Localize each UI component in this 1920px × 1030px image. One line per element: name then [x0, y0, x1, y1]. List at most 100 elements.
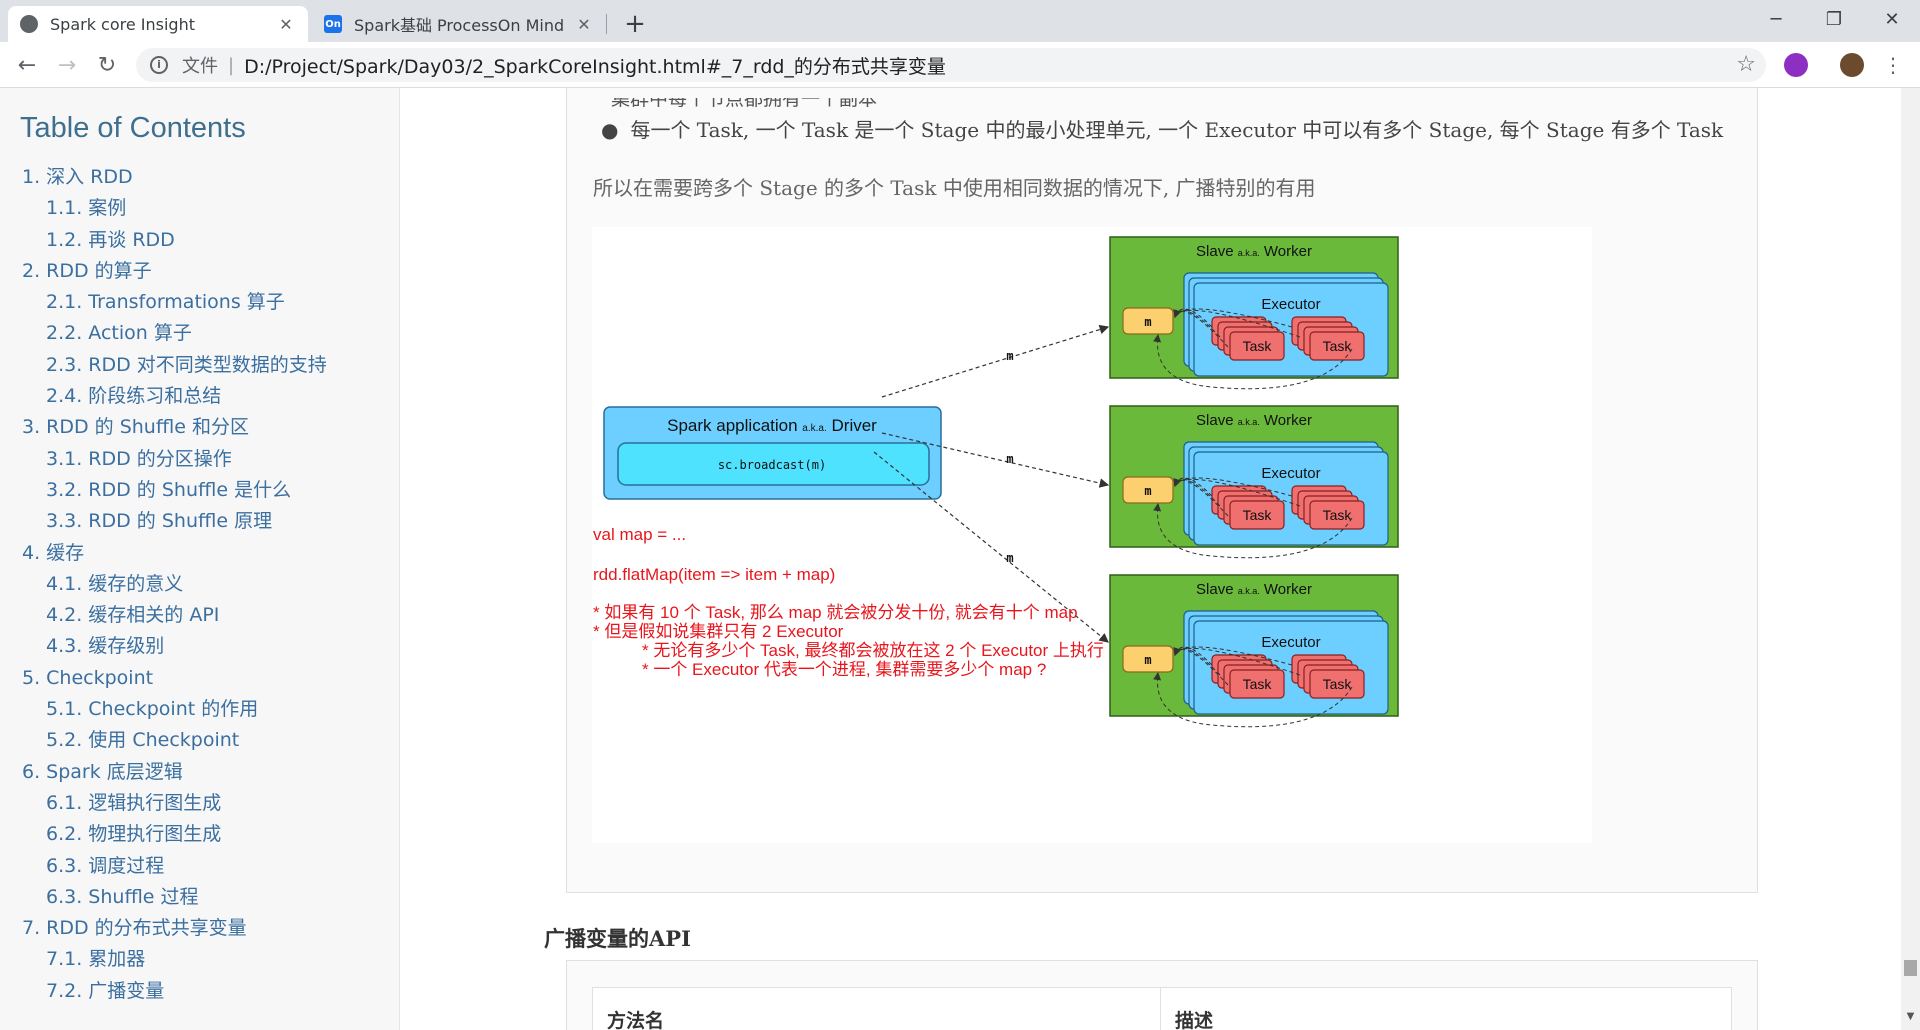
- diagram-svg: Slave a.k.a. WorkerExecutorTask TaskmSlav…: [593, 236, 1399, 728]
- toc-link[interactable]: 5.1. Checkpoint 的作用: [0, 694, 399, 725]
- toc-link[interactable]: 2.4. 阶段练习和总结: [0, 381, 399, 412]
- tab-separator: [606, 14, 607, 34]
- toc-link[interactable]: 1.1. 案例: [0, 193, 399, 224]
- extension-icon[interactable]: [1784, 53, 1808, 77]
- url-text[interactable]: D:/Project/Spark/Day03/2_SparkCoreInsigh…: [244, 52, 946, 79]
- task-label: Task: [1243, 507, 1273, 523]
- arrow-label: m: [1006, 551, 1013, 565]
- scroll-thumb[interactable]: [1904, 960, 1917, 976]
- toc-link[interactable]: 7. RDD 的分布式共享变量: [0, 913, 399, 944]
- executor-label: Executor: [1261, 296, 1320, 313]
- broadcast-var-label: m: [1144, 653, 1151, 667]
- forward-button[interactable]: →: [52, 50, 82, 80]
- task-label: Task: [1243, 676, 1273, 692]
- toc-link[interactable]: 1. 深入 RDD: [0, 162, 399, 193]
- worker-node: Slave a.k.a. WorkerExecutorTask Taskm: [1109, 405, 1399, 559]
- close-tab-icon[interactable]: ✕: [574, 14, 594, 34]
- toc-link[interactable]: 4. 缓存: [0, 538, 399, 569]
- task-label: Task: [1323, 507, 1353, 523]
- toc-link[interactable]: 3.1. RDD 的分区操作: [0, 444, 399, 475]
- task-label: Task: [1323, 338, 1353, 354]
- diagram-note: rdd.flatMap(item => item + map): [593, 565, 835, 584]
- tab-spark-core-insight[interactable]: Spark core Insight ✕: [8, 6, 308, 42]
- executor-label: Executor: [1261, 634, 1320, 651]
- worker-node: Slave a.k.a. WorkerExecutorTask Taskm: [1109, 574, 1399, 728]
- toc-link[interactable]: 4.2. 缓存相关的 API: [0, 600, 399, 631]
- main-content: 集群中每个节点都拥有一个副本 ● 每一个 Task, 一个 Task 是一个 St…: [401, 88, 1901, 1030]
- browser-toolbar: ← → ↻ i 文件 | D:/Project/Spark/Day03/2_Sp…: [0, 42, 1920, 88]
- driver-box: Spark application a.k.a. Driver sc.broad…: [603, 406, 942, 500]
- broadcast-var-label: m: [1144, 484, 1151, 498]
- url-separator: |: [228, 54, 235, 76]
- profile-avatar[interactable]: [1840, 53, 1864, 77]
- restore-button[interactable]: ❐: [1806, 0, 1862, 38]
- toc-link[interactable]: 6.2. 物理执行图生成: [0, 819, 399, 850]
- tab-title: Spark基础 ProcessOn Mind: [354, 16, 565, 35]
- toc-link[interactable]: 6.3. Shuffle 过程: [0, 882, 399, 913]
- diagram-note: * 无论有多少个 Task, 最终都会被放在这 2 个 Executor 上执行: [642, 641, 1104, 660]
- address-bar[interactable]: i 文件 | D:/Project/Spark/Day03/2_SparkCor…: [136, 48, 1766, 82]
- new-tab-button[interactable]: +: [620, 9, 650, 39]
- bullet-text: 每一个 Task, 一个 Task 是一个 Stage 中的最小处理单元, 一个…: [630, 118, 1724, 142]
- driver-code: sc.broadcast(m): [718, 458, 826, 472]
- toc-link[interactable]: 5.2. 使用 Checkpoint: [0, 725, 399, 756]
- toc-link[interactable]: 6.1. 逻辑执行图生成: [0, 788, 399, 819]
- broadcast-arrow: [881, 324, 1110, 398]
- toc-link[interactable]: 7.2. 广播变量: [0, 976, 399, 1007]
- processon-icon: On: [324, 15, 342, 33]
- toc-link[interactable]: 5. Checkpoint: [0, 663, 399, 694]
- diagram-notes: val map = ... rdd.flatMap(item => item + …: [593, 525, 1104, 679]
- driver-title: Spark application a.k.a. Driver: [667, 416, 877, 435]
- toc-link[interactable]: 6.3. 调度过程: [0, 851, 399, 882]
- worker-node: Slave a.k.a. WorkerExecutorTask Taskm: [1109, 236, 1399, 390]
- toc-title: Table of Contents: [20, 112, 246, 144]
- scroll-down-arrow[interactable]: ▼: [1901, 1008, 1920, 1026]
- toc-link[interactable]: 7.1. 累加器: [0, 944, 399, 975]
- task-label: Task: [1243, 338, 1273, 354]
- diagram-note: * 一个 Executor 代表一个进程, 集群需要多少个 map ?: [642, 660, 1046, 679]
- arrow-label: m: [1006, 452, 1013, 466]
- toc-link[interactable]: 4.3. 缓存级别: [0, 631, 399, 662]
- toc-link[interactable]: 4.1. 缓存的意义: [0, 569, 399, 600]
- toc-link[interactable]: 3.3. RDD 的 Shuffle 原理: [0, 506, 399, 537]
- broadcast-diagram: Slave a.k.a. Worker Executor Task Task m Slav…: [592, 227, 1592, 843]
- executor-label: Executor: [1261, 465, 1320, 482]
- tab-strip: Spark core Insight ✕ On Spark基础 ProcessO…: [0, 0, 1920, 42]
- toc-link[interactable]: 1.2. 再谈 RDD: [0, 225, 399, 256]
- close-tab-icon[interactable]: ✕: [276, 14, 296, 34]
- toc-link[interactable]: 3.2. RDD 的 Shuffle 是什么: [0, 475, 399, 506]
- workers: Slave a.k.a. WorkerExecutorTask TaskmSlav…: [1109, 236, 1399, 728]
- broadcast-var-label: m: [1144, 315, 1151, 329]
- globe-icon: [20, 15, 38, 33]
- paragraph: 所以在需要跨多个 Stage 的多个 Task 中使用相同数据的情况下, 广播特…: [593, 176, 1316, 200]
- section-heading: 广播变量的API: [544, 926, 691, 951]
- toc-link[interactable]: 2.3. RDD 对不同类型数据的支持: [0, 350, 399, 381]
- close-window-button[interactable]: ✕: [1864, 0, 1920, 38]
- toc-list: 1. 深入 RDD 1.1. 案例 1.2. 再谈 RDD 2. RDD 的算子 2.1…: [0, 162, 399, 1007]
- toc-sidebar: Table of Contents 1. 深入 RDD 1.1. 案例 1.2. 再…: [0, 88, 400, 1030]
- bullet-item: ● 每一个 Task, 一个 Task 是一个 Stage 中的最小处理单元, 一…: [601, 114, 1723, 143]
- page-scrollbar[interactable]: ▼: [1901, 88, 1920, 1030]
- table-header-method: 方法名: [593, 988, 1161, 1030]
- diagram-note: * 但是假如说集群只有 2 Executor: [593, 622, 844, 641]
- arrow-label: m: [1006, 349, 1013, 363]
- toc-link[interactable]: 2.1. Transformations 算子: [0, 287, 399, 318]
- tab-processon[interactable]: On Spark基础 ProcessOn Mind ✕: [312, 6, 606, 42]
- bookmark-star-icon[interactable]: ☆: [1736, 52, 1756, 77]
- reload-button[interactable]: ↻: [92, 50, 122, 80]
- table-header-description: 描述: [1175, 1010, 1214, 1030]
- diagram-note: * 如果有 10 个 Task, 那么 map 就会被分发十份, 就会有十个 m…: [593, 603, 1078, 622]
- menu-dots-icon[interactable]: ⋮: [1878, 50, 1908, 80]
- bullet-dot: ●: [601, 118, 619, 142]
- url-scheme-label: 文件: [182, 56, 218, 77]
- toc-link[interactable]: 6. Spark 底层逻辑: [0, 757, 399, 788]
- info-icon[interactable]: i: [150, 56, 168, 74]
- minimize-button[interactable]: ─: [1748, 0, 1804, 38]
- toc-link[interactable]: 3. RDD 的 Shuffle 和分区: [0, 412, 399, 443]
- toc-link[interactable]: 2.2. Action 算子: [0, 318, 399, 349]
- toc-link[interactable]: 2. RDD 的算子: [0, 256, 399, 287]
- task-label: Task: [1323, 676, 1353, 692]
- diagram-note: val map = ...: [593, 525, 686, 544]
- back-button[interactable]: ←: [12, 50, 42, 80]
- tab-title: Spark core Insight: [50, 14, 195, 34]
